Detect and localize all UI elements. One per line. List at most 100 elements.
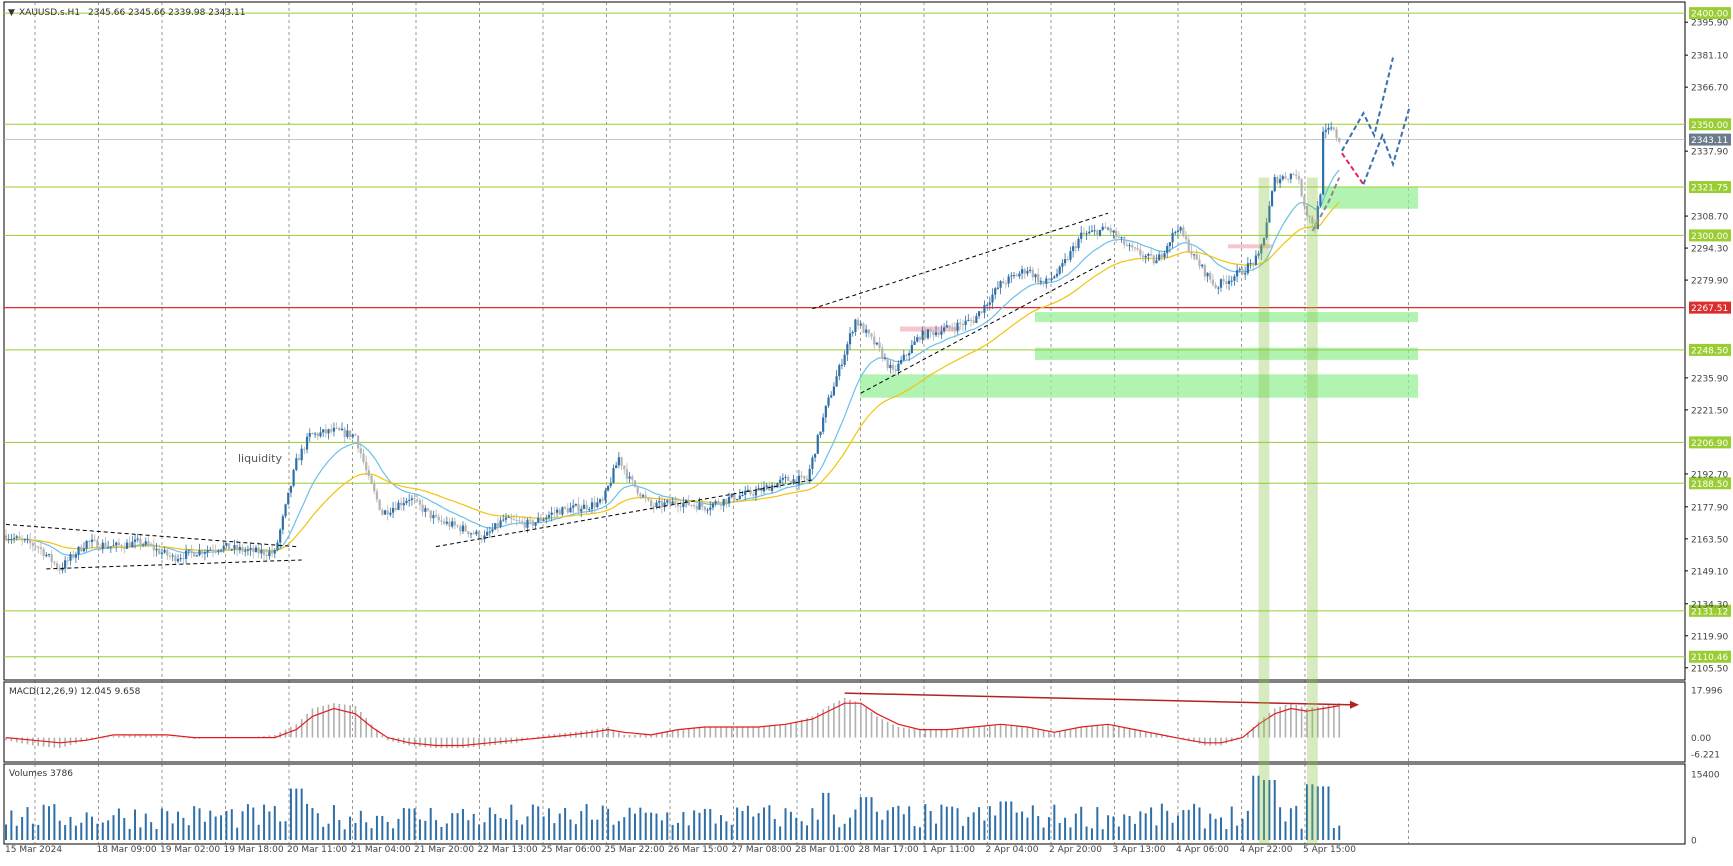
candle-body: [176, 559, 180, 562]
highlight-column: [1306, 177, 1318, 845]
candle-body: [300, 448, 303, 461]
volume-bar: [413, 808, 416, 840]
candle-body: [351, 434, 354, 438]
volume-bar: [236, 827, 239, 840]
candle-body: [929, 329, 932, 332]
candle-body: [875, 342, 879, 345]
macd-histogram-bar: [897, 726, 900, 738]
candle-body: [604, 490, 607, 501]
macd-histogram-bar: [1080, 726, 1082, 738]
volume-bar: [881, 819, 884, 840]
volume-bar: [472, 813, 475, 840]
volume-bar: [892, 807, 895, 840]
candle-body: [69, 554, 72, 561]
volume-bar: [241, 811, 244, 840]
macd-histogram-bar: [1101, 724, 1104, 738]
time-tick-label: 25 Mar 22:00: [605, 845, 665, 855]
candle-body: [843, 354, 846, 365]
candle-body: [736, 499, 739, 501]
volume-bar: [967, 816, 970, 840]
price-tick-label: 2105.50: [1691, 664, 1728, 674]
candle-body: [365, 462, 368, 471]
candle-body: [1211, 279, 1215, 285]
candle-body: [940, 331, 943, 335]
price-tick-label: 2279.90: [1691, 277, 1728, 287]
macd-histogram-bar: [1204, 737, 1206, 746]
candle-body: [418, 500, 422, 505]
macd-histogram-bar: [413, 737, 416, 747]
candle-body: [779, 479, 782, 484]
chart-menu-arrow[interactable]: ▼: [8, 8, 15, 18]
volume-bar: [1295, 805, 1298, 840]
candle-body: [631, 476, 634, 481]
macd-histogram-bar: [946, 729, 948, 738]
price-tick-label: 2366.70: [1691, 84, 1728, 94]
candle-body: [1270, 191, 1274, 206]
volume-bar: [15, 825, 18, 840]
candle-body: [1292, 173, 1295, 175]
candle-body: [1324, 129, 1327, 132]
candle-body: [389, 512, 392, 515]
volume-bar: [800, 821, 803, 840]
candle-body: [945, 325, 948, 328]
macd-histogram-bar: [908, 728, 910, 738]
volume-bar: [671, 824, 674, 840]
candle-body: [988, 302, 991, 305]
macd-histogram-bar: [1150, 732, 1152, 738]
macd-title: MACD(12,26,9) 12.045 9.658: [9, 687, 141, 697]
candle-body: [862, 323, 865, 333]
candle-body: [295, 458, 298, 471]
candle-body: [1080, 232, 1083, 239]
candle-body: [1300, 179, 1303, 197]
candle-body: [1244, 273, 1247, 275]
candle-body: [1063, 259, 1067, 264]
macd-histogram-bar: [1091, 725, 1093, 738]
macd-histogram-bar: [999, 724, 1002, 738]
candle-body: [1085, 233, 1088, 235]
candle-body: [1149, 254, 1153, 256]
volume-bar: [660, 820, 663, 840]
price-level-value: 2110.46: [1691, 653, 1728, 663]
volume-bar: [263, 804, 266, 840]
candle-body: [201, 550, 204, 554]
volume-bar: [483, 822, 486, 840]
volume-bar: [1252, 775, 1255, 840]
candle-body: [1139, 249, 1142, 256]
volume-bar: [58, 820, 61, 840]
volume-bar: [504, 819, 507, 840]
volume-bar: [789, 811, 792, 840]
candle-body: [959, 322, 962, 325]
macd-histogram-bar: [1096, 725, 1099, 738]
volume-bar: [306, 803, 309, 840]
candle-body: [193, 552, 196, 557]
volume-bar: [1150, 807, 1153, 840]
candle-body: [840, 364, 844, 366]
volume-bar: [1128, 815, 1131, 840]
macd-histogram-bar: [886, 721, 889, 738]
candle-body: [813, 453, 817, 458]
candle-body: [163, 549, 166, 553]
candle-body: [1209, 272, 1212, 280]
candle-body: [338, 427, 341, 431]
volume-bar: [736, 807, 739, 840]
volume-bar: [913, 826, 916, 840]
highlight-column: [1258, 177, 1270, 845]
candle-body: [883, 357, 887, 359]
price-level-value: 2248.50: [1691, 346, 1728, 356]
candle-body: [1182, 227, 1185, 237]
volume-bar: [246, 804, 249, 840]
volume-bar: [322, 826, 325, 840]
candle-body: [951, 327, 954, 329]
macd-histogram-bar: [940, 729, 943, 738]
volume-bar: [1037, 816, 1040, 840]
volume-bar: [112, 815, 115, 840]
candle-body: [1058, 266, 1061, 274]
candle-body: [741, 494, 744, 496]
candle-body: [787, 476, 790, 482]
macd-histogram-bar: [682, 729, 685, 738]
volume-bar: [601, 805, 604, 840]
candle-body: [265, 555, 268, 557]
volume-bar: [784, 808, 787, 840]
volume-bar: [1101, 829, 1104, 840]
candle-body: [1004, 283, 1008, 285]
